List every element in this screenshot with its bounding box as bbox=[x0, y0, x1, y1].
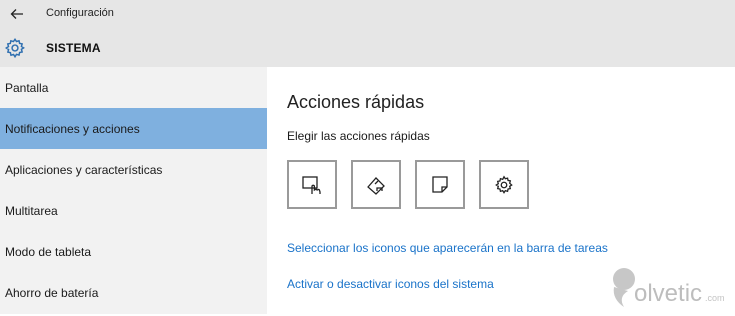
system-icons-toggle-link[interactable]: Activar o desactivar iconos del sistema bbox=[287, 277, 494, 291]
settings-gear-icon bbox=[495, 174, 513, 194]
select-taskbar-icons-link[interactable]: Seleccionar los iconos que aparecerán en… bbox=[287, 241, 608, 255]
quick-action-note[interactable] bbox=[415, 160, 465, 209]
app-title: Configuración bbox=[46, 7, 114, 19]
back-arrow-icon bbox=[10, 9, 23, 19]
sidebar-item-ahorro-bateria[interactable]: Ahorro de batería bbox=[0, 272, 267, 313]
note-icon bbox=[432, 175, 448, 193]
quick-actions-subtitle: Elegir las acciones rápidas bbox=[287, 129, 430, 143]
watermark-logo: olvetic .com bbox=[606, 265, 731, 311]
solvetic-logo-icon: olvetic .com bbox=[613, 268, 725, 307]
gear-icon bbox=[4, 37, 25, 59]
sidebar-item-multitarea[interactable]: Multitarea bbox=[0, 190, 267, 231]
sidebar-item-modo-tableta[interactable]: Modo de tableta bbox=[0, 231, 267, 272]
sidebar-item-notificaciones[interactable]: Notificaciones y acciones bbox=[0, 108, 267, 149]
title-bar: Configuración SISTEMA bbox=[0, 0, 735, 67]
tablet-mode-icon bbox=[302, 175, 321, 194]
section-title: SISTEMA bbox=[46, 41, 101, 55]
sidebar-nav: Pantalla Notificaciones y acciones Aplic… bbox=[0, 67, 267, 314]
connect-icon bbox=[367, 176, 385, 195]
sidebar-item-pantalla[interactable]: Pantalla bbox=[0, 67, 267, 108]
page-title: Acciones rápidas bbox=[287, 92, 425, 112]
watermark-text: olvetic bbox=[634, 280, 702, 307]
quick-action-tablet-mode[interactable] bbox=[287, 160, 337, 209]
back-button[interactable] bbox=[6, 4, 28, 24]
quick-action-connect[interactable] bbox=[351, 160, 401, 209]
watermark-suffix: .com bbox=[705, 293, 725, 303]
quick-action-settings[interactable] bbox=[479, 160, 529, 209]
sidebar-item-aplicaciones[interactable]: Aplicaciones y características bbox=[0, 149, 267, 190]
